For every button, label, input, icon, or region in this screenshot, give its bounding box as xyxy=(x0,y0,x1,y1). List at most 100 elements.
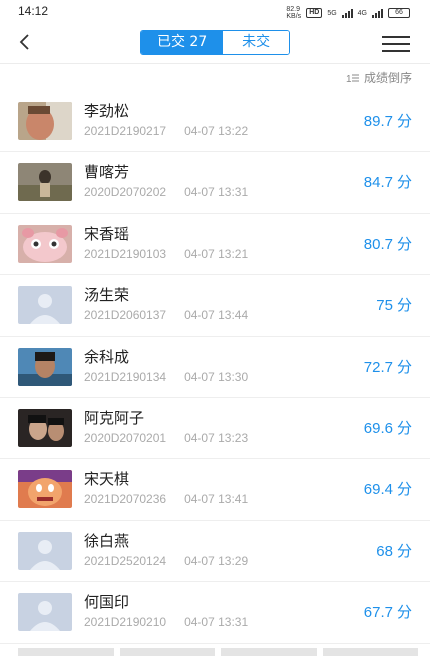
submission-segmented-control: 已交 27 未交 xyxy=(140,30,290,55)
score-value: 68 xyxy=(376,542,393,560)
submit-time: 04-07 13:21 xyxy=(184,246,249,261)
signal-icon xyxy=(341,8,353,18)
menu-icon[interactable] xyxy=(382,36,410,52)
student-row[interactable]: 何国印 2021D2190210 04-07 13:31 67.7 分 xyxy=(0,582,430,644)
student-row[interactable]: 李劲松 2021D2190217 04-07 13:22 89.7 分 xyxy=(0,91,430,153)
signal-icon-2 xyxy=(372,8,383,18)
next-row-peek xyxy=(18,648,418,656)
signal-5g-label: 5G xyxy=(327,9,337,17)
score-unit: 分 xyxy=(396,297,412,315)
student-id: 2021D2070236 xyxy=(84,492,167,507)
score: 69.6 分 xyxy=(364,417,412,438)
student-meta: 2021D2060137 04-07 13:44 xyxy=(84,308,248,322)
score: 89.7 分 xyxy=(364,110,412,131)
student-name: 汤生荣 xyxy=(84,286,130,305)
status-time: 14:12 xyxy=(18,4,49,18)
hd-badge: HD xyxy=(306,8,323,18)
status-bar: 14:12 82.9 KB/s HD 5G 4G 66 xyxy=(0,0,430,24)
score-unit: 分 xyxy=(396,604,412,622)
score-value: 75 xyxy=(376,297,393,315)
student-meta: 2021D2190103 04-07 13:21 xyxy=(84,247,248,261)
student-row[interactable]: 汤生荣 2021D2060137 04-07 13:44 75 分 xyxy=(0,275,430,337)
student-meta: 2021D2190134 04-07 13:30 xyxy=(84,370,248,384)
score-value: 69.6 xyxy=(363,419,393,437)
student-list: 李劲松 2021D2190217 04-07 13:22 89.7 分曹喀芳 2020D2… xyxy=(0,91,430,644)
student-meta: 2020D2070201 04-07 13:23 xyxy=(84,431,248,445)
score: 75 分 xyxy=(376,294,412,315)
score-value: 89.7 xyxy=(363,113,393,130)
student-id: 2021D2190103 xyxy=(84,246,167,261)
student-id: 2021D2060137 xyxy=(84,308,167,323)
student-id: 2021D2520124 xyxy=(84,553,167,568)
submit-time: 04-07 13:41 xyxy=(184,492,249,507)
score-unit: 分 xyxy=(396,358,412,376)
submit-time: 04-07 13:31 xyxy=(184,185,249,200)
avatar xyxy=(18,347,72,386)
status-icons: 82.9 KB/s HD 5G 4G 66 xyxy=(286,6,410,20)
student-name: 曹喀芳 xyxy=(84,163,130,182)
network-speed: 82.9 KB/s xyxy=(286,6,302,20)
student-id: 2021D2190210 xyxy=(84,615,167,630)
battery-icon: 66 xyxy=(388,8,410,18)
score-value: 80.7 xyxy=(363,235,393,253)
student-meta: 2021D2190217 04-07 13:22 xyxy=(84,124,248,138)
student-row[interactable]: 宋香瑶 2021D2190103 04-07 13:21 80.7 分 xyxy=(0,214,430,276)
score: 72.7 分 xyxy=(364,356,412,377)
student-row[interactable]: 徐白燕 2021D2520124 04-07 13:29 68 分 xyxy=(0,521,430,583)
student-meta: 2020D2070202 04-07 13:31 xyxy=(84,185,248,199)
student-row[interactable]: 曹喀芳 2020D2070202 04-07 13:31 84.7 分 xyxy=(0,152,430,214)
score-value: 72.7 xyxy=(363,358,393,376)
student-name: 余科成 xyxy=(84,347,130,366)
student-name: 何国印 xyxy=(84,593,130,612)
student-id: 2021D2190134 xyxy=(84,369,167,384)
score-value: 67.7 xyxy=(363,604,393,622)
sort-row: 1 成绩倒序 xyxy=(0,64,430,90)
score-unit: 分 xyxy=(396,542,412,560)
score-unit: 分 xyxy=(396,235,412,253)
student-meta: 2021D2190210 04-07 13:31 xyxy=(84,615,248,629)
student-meta: 2021D2070236 04-07 13:41 xyxy=(84,492,248,506)
submit-time: 04-07 13:22 xyxy=(184,124,249,138)
sort-list-icon: 1 xyxy=(346,74,359,84)
tab-unsubmitted[interactable]: 未交 xyxy=(223,31,289,54)
avatar xyxy=(18,224,72,263)
svg-text:1: 1 xyxy=(346,74,352,84)
score-value: 84.7 xyxy=(363,174,393,192)
student-name: 阿克阿子 xyxy=(84,408,145,427)
student-id: 2020D2070201 xyxy=(84,430,167,445)
student-id: 2021D2190217 xyxy=(84,124,167,138)
signal-4g-label: 4G xyxy=(357,9,367,17)
student-row[interactable]: 余科成 2021D2190134 04-07 13:30 72.7 分 xyxy=(0,337,430,398)
student-meta: 2021D2520124 04-07 13:29 xyxy=(84,554,248,568)
submit-time: 04-07 13:29 xyxy=(184,553,249,568)
avatar xyxy=(18,163,72,202)
student-row[interactable]: 阿克阿子 2020D2070201 04-07 13:23 69.6 分 xyxy=(0,398,430,460)
avatar xyxy=(18,531,72,570)
score: 67.7 分 xyxy=(364,601,412,622)
avatar xyxy=(18,286,72,325)
student-name: 宋天棋 xyxy=(84,470,130,489)
score-unit: 分 xyxy=(396,174,412,192)
student-name: 宋香瑶 xyxy=(84,224,130,243)
score: 84.7 分 xyxy=(364,171,412,192)
avatar xyxy=(18,593,72,632)
score: 69.4 分 xyxy=(364,478,412,499)
avatar xyxy=(18,102,72,140)
submit-time: 04-07 13:23 xyxy=(184,430,249,445)
submit-time: 04-07 13:30 xyxy=(184,369,249,384)
avatar xyxy=(18,408,72,447)
sort-label: 成绩倒序 xyxy=(363,71,412,85)
student-name: 李劲松 xyxy=(84,102,130,120)
tab-submitted[interactable]: 已交 27 xyxy=(141,31,224,54)
submit-time: 04-07 13:44 xyxy=(184,308,249,323)
back-arrow-icon[interactable] xyxy=(14,30,38,54)
score-unit: 分 xyxy=(396,113,412,130)
submit-time: 04-07 13:31 xyxy=(184,615,249,630)
score-unit: 分 xyxy=(396,481,412,499)
student-name: 徐白燕 xyxy=(84,531,130,550)
top-nav: 已交 27 未交 xyxy=(0,24,430,64)
score: 80.7 分 xyxy=(364,233,412,254)
sort-button[interactable]: 1 成绩倒序 xyxy=(346,69,412,86)
score: 68 分 xyxy=(376,540,412,561)
student-row[interactable]: 宋天棋 2021D2070236 04-07 13:41 69.4 分 xyxy=(0,459,430,521)
